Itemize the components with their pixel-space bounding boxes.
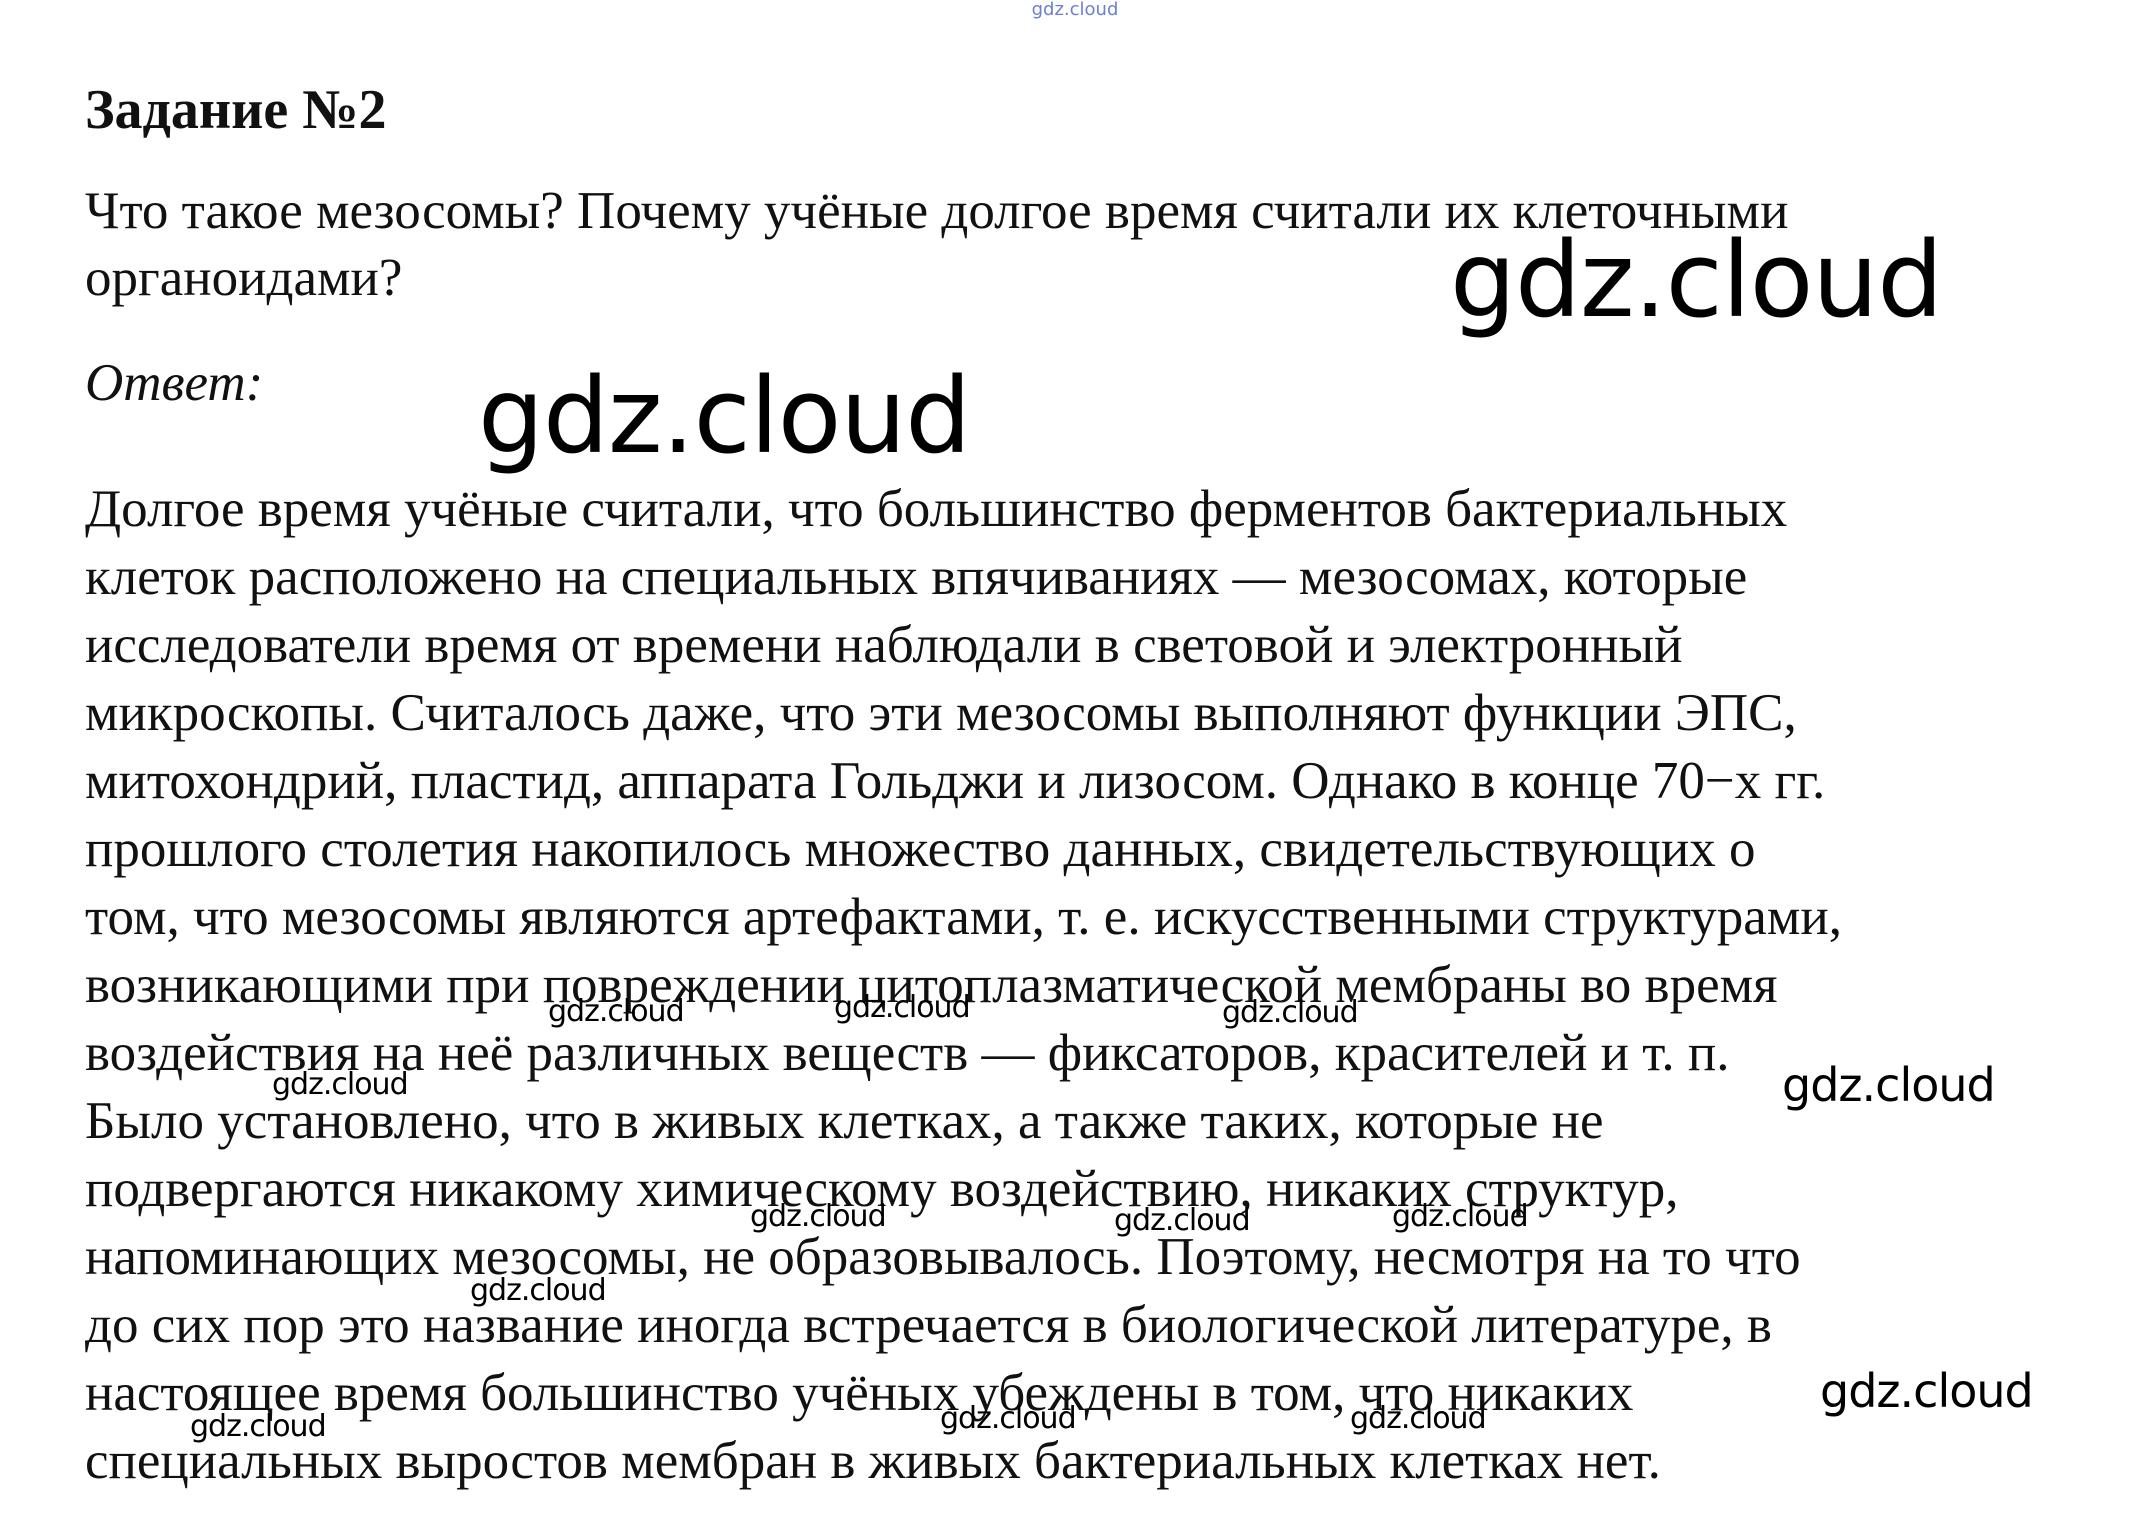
answer-label: Ответ:	[85, 354, 264, 412]
watermark-small: gdz.cloud	[940, 1401, 1077, 1436]
watermark-small: gdz.cloud	[1222, 995, 1359, 1030]
watermark-medium: gdz.cloud	[1782, 1058, 1996, 1112]
watermark-small: gdz.cloud	[470, 1273, 607, 1308]
watermark-small: gdz.cloud	[272, 1067, 409, 1102]
answer-line: том, что мезосомы являются артефактами, …	[85, 888, 1842, 946]
answer-line: подвергаются никакому химическому воздей…	[85, 1160, 1679, 1218]
answer-text: Долгое время учёные считали, что большин…	[85, 475, 2115, 1495]
watermark-small: gdz.cloud	[548, 994, 685, 1029]
answer-line: специальных выростов мембран в живых бак…	[85, 1432, 1661, 1490]
answer-line: Долгое время учёные считали, что большин…	[85, 480, 1788, 538]
watermark-small: gdz.cloud	[1114, 1203, 1251, 1238]
watermark-medium: gdz.cloud	[1820, 1364, 2034, 1418]
answer-line: прошлого столетия накопилось множество д…	[85, 820, 1756, 878]
watermark-small: gdz.cloud	[1350, 1401, 1487, 1436]
answer-line: митохондрий, пластид, аппарата Гольджи и…	[85, 752, 1826, 810]
answer-line: микроскопы. Считалось даже, что эти мезо…	[85, 684, 1797, 742]
answer-line: клеток расположено на специальных впячив…	[85, 548, 1748, 606]
answer-line: возникающими при повреждении цитоплазмат…	[85, 956, 1778, 1014]
answer-line: исследователи время от времени наблюдали…	[85, 616, 1683, 674]
watermark-large: gdz.cloud	[1450, 219, 1943, 341]
site-watermark-top: gdz.cloud	[1031, 0, 1119, 20]
watermark-small: gdz.cloud	[750, 1199, 887, 1234]
answer-line: настоящее время большинство учёных убежд…	[85, 1364, 1634, 1422]
answer-line: напоминающих мезосомы, не образовывалось…	[85, 1228, 1801, 1286]
watermark-large: gdz.cloud	[478, 355, 971, 477]
watermark-small: gdz.cloud	[834, 990, 971, 1025]
task-title: Задание №2	[85, 79, 387, 141]
watermark-small: gdz.cloud	[190, 1409, 327, 1444]
watermark-small: gdz.cloud	[1392, 1199, 1529, 1234]
answer-line: до сих пор это название иногда встречает…	[85, 1296, 1772, 1354]
